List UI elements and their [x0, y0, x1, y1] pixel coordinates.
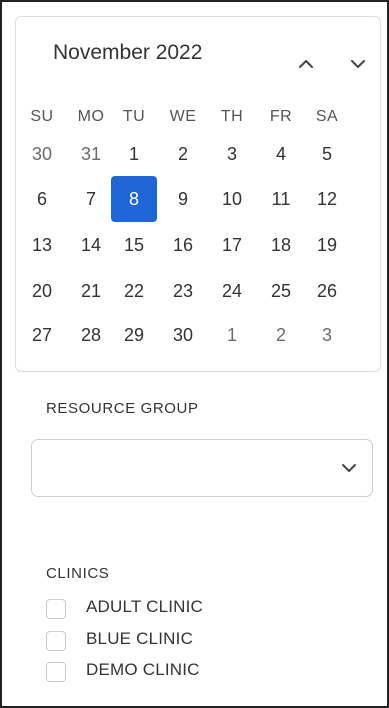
weekday-su: SU [30, 108, 54, 125]
calendar-day[interactable]: 24 [210, 269, 254, 313]
calendar-day[interactable]: 16 [161, 223, 205, 267]
calendar-day[interactable]: 18 [259, 223, 303, 267]
next-month-button[interactable] [347, 53, 369, 75]
weekday-we: WE [169, 108, 197, 125]
clinic-option-label: DEMO CLINIC [86, 660, 200, 679]
calendar-day[interactable]: 30 [20, 132, 64, 176]
clinic-option-label: ADULT CLINIC [86, 597, 204, 616]
scheduler-filter-panel: November 2022 SU MO TU WE TH FR SA 30 31 1 2 3 4 5 6 7… [0, 0, 389, 708]
calendar-day[interactable]: 21 [69, 269, 113, 313]
calendar-day[interactable]: 7 [69, 177, 113, 221]
calendar-day[interactable]: 14 [69, 223, 113, 267]
chevron-up-icon [299, 60, 313, 68]
calendar-day[interactable]: 5 [305, 132, 349, 176]
clinic-checkbox[interactable] [46, 599, 66, 619]
calendar-day[interactable]: 12 [305, 177, 349, 221]
calendar-day[interactable]: 17 [210, 223, 254, 267]
calendar-day[interactable]: 1 [210, 313, 254, 357]
calendar-day[interactable]: 2 [259, 313, 303, 357]
calendar-day[interactable]: 31 [69, 132, 113, 176]
weekday-fr: FR [269, 108, 293, 125]
calendar-day[interactable]: 26 [305, 269, 349, 313]
calendar-day[interactable]: 23 [161, 269, 205, 313]
calendar-month-title: November 2022 [53, 41, 203, 64]
weekday-mo: MO [77, 108, 105, 125]
weekday-tu: TU [122, 108, 146, 125]
calendar-day[interactable]: 27 [20, 313, 64, 357]
calendar-day[interactable]: 15 [112, 223, 156, 267]
calendar-day[interactable]: 22 [112, 269, 156, 313]
calendar-day[interactable]: 11 [259, 177, 303, 221]
calendar-day[interactable]: 1 [112, 132, 156, 176]
weekday-sa: SA [315, 108, 339, 125]
clinic-checkbox[interactable] [46, 631, 66, 651]
calendar-day-selected[interactable]: 8 [111, 176, 157, 222]
prev-month-button[interactable] [295, 53, 317, 75]
calendar-day[interactable]: 9 [161, 177, 205, 221]
clinic-option-label: BLUE CLINIC [86, 629, 194, 648]
calendar-day[interactable]: 2 [161, 132, 205, 176]
calendar-day[interactable]: 30 [161, 313, 205, 357]
clinic-checkbox[interactable] [46, 662, 66, 682]
chevron-down-icon [342, 464, 356, 472]
calendar-day[interactable]: 25 [259, 269, 303, 313]
calendar-day[interactable]: 20 [20, 269, 64, 313]
calendar-day[interactable]: 19 [305, 223, 349, 267]
calendar-day[interactable]: 10 [210, 177, 254, 221]
resource-group-select[interactable] [31, 439, 373, 497]
calendar-day[interactable]: 29 [112, 313, 156, 357]
calendar-day[interactable]: 13 [20, 223, 64, 267]
weekday-th: TH [220, 108, 244, 125]
calendar-day[interactable]: 3 [305, 313, 349, 357]
calendar-day[interactable]: 3 [210, 132, 254, 176]
chevron-down-icon [351, 60, 365, 68]
date-picker-calendar: November 2022 SU MO TU WE TH FR SA 30 31 1 2 3 4 5 6 7… [15, 16, 381, 372]
calendar-day[interactable]: 6 [20, 177, 64, 221]
calendar-day[interactable]: 28 [69, 313, 113, 357]
clinics-label: CLINICS [46, 565, 110, 582]
resource-group-label: RESOURCE GROUP [46, 400, 199, 417]
calendar-day[interactable]: 4 [259, 132, 303, 176]
